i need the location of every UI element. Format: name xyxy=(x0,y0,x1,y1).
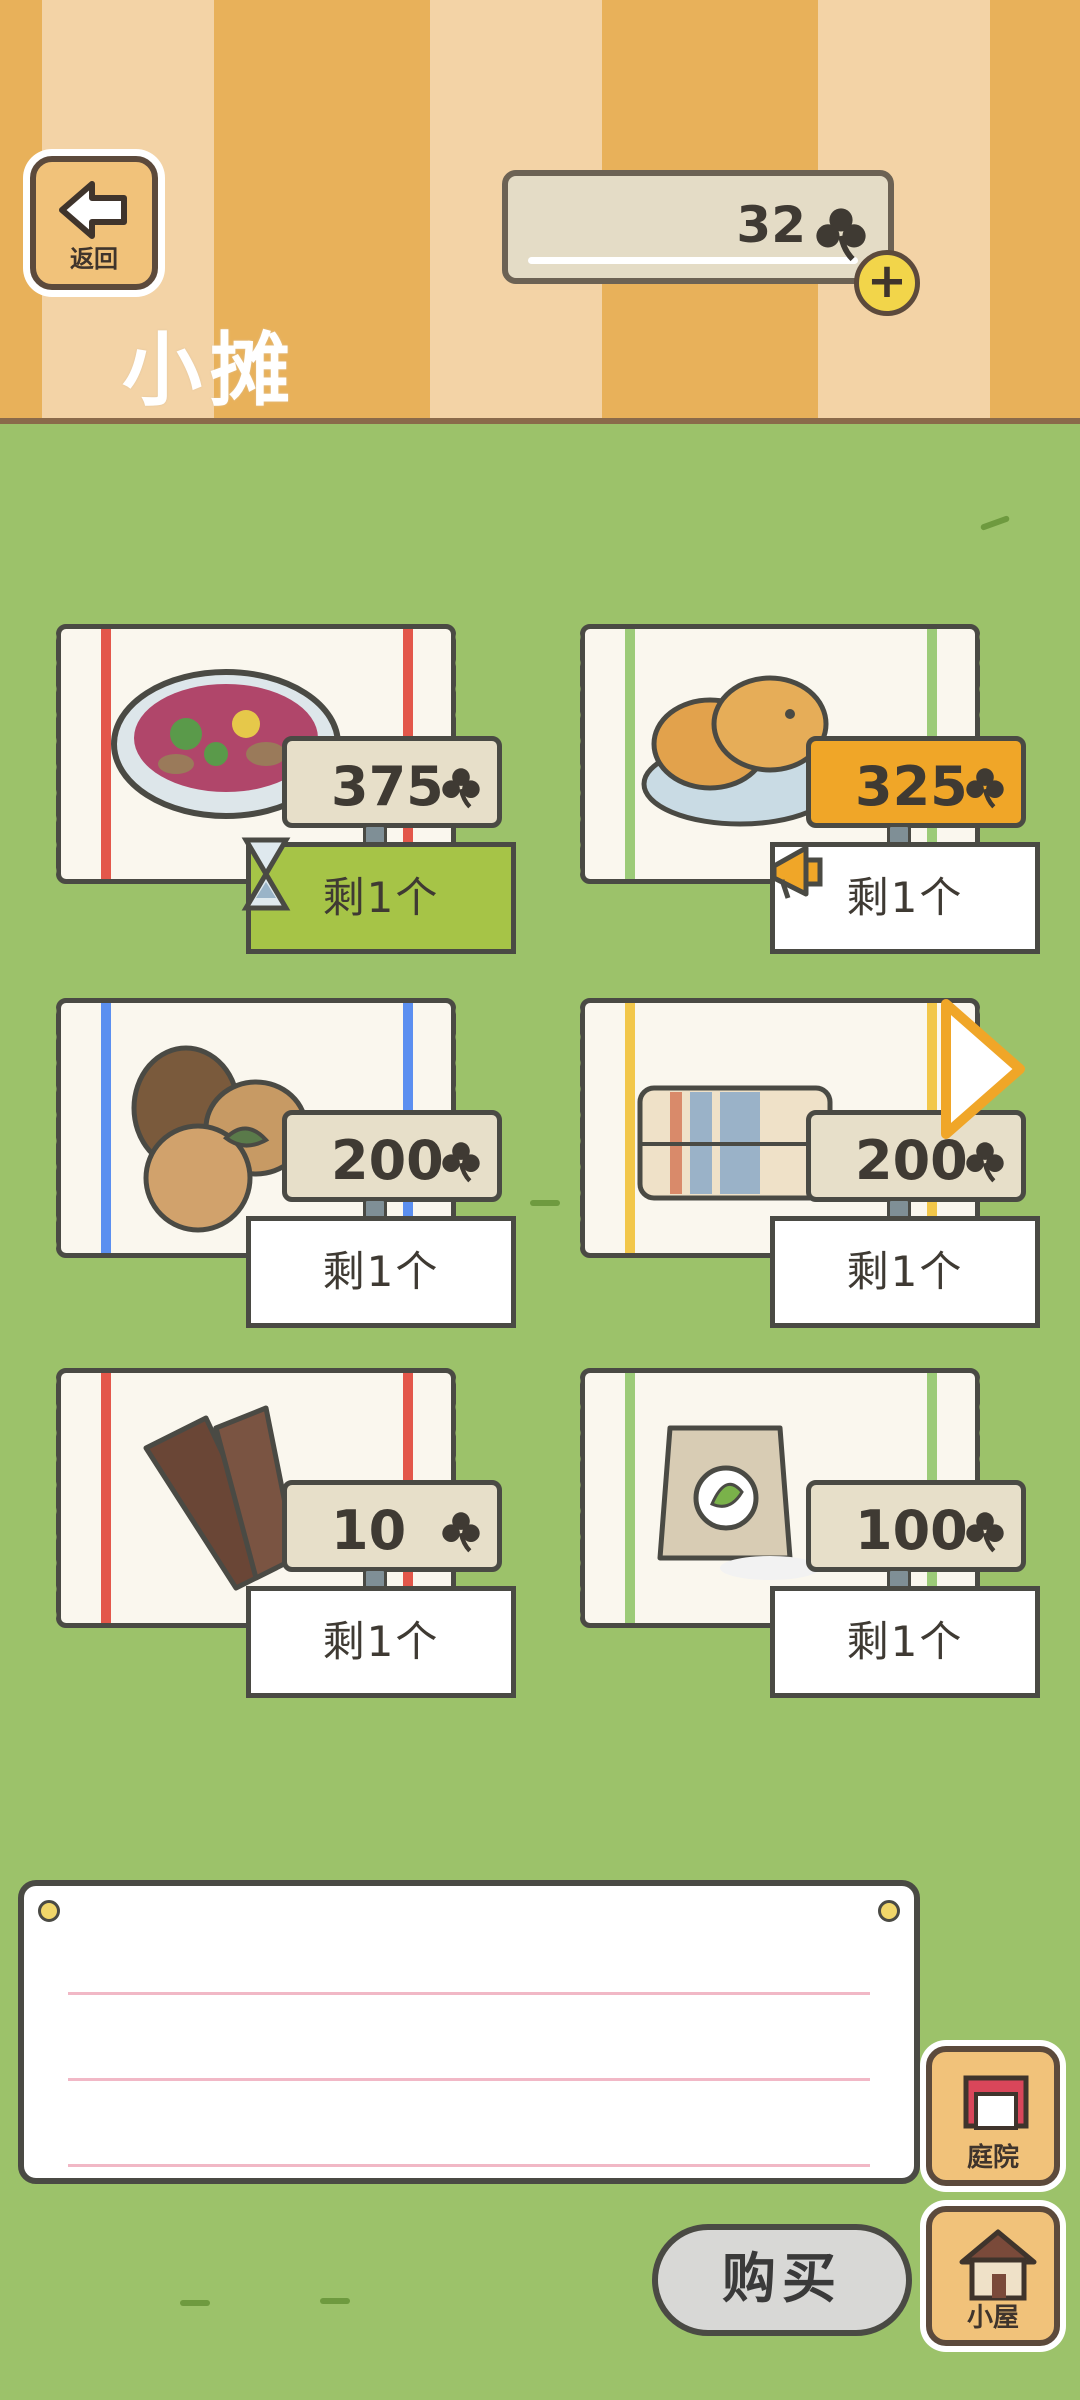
price-value: 325 xyxy=(855,755,968,818)
price-tag: 100 xyxy=(806,1480,1026,1572)
house-icon xyxy=(959,2229,1037,2301)
stock-label: 剩1个 xyxy=(770,1586,1040,1698)
clover-icon xyxy=(442,1142,480,1183)
stock-label: 剩1个 xyxy=(246,1586,516,1698)
back-label: 返回 xyxy=(70,245,118,273)
stock-label: 剩1个 xyxy=(770,1216,1040,1328)
house-label: 小屋 xyxy=(966,2303,1019,2333)
shop-item-pinecone[interactable]: 200 剩1个 xyxy=(46,998,516,1338)
price-tag: 375 xyxy=(282,736,502,828)
shop-item-taiyaki[interactable]: 325 剩1个 xyxy=(570,624,1040,964)
yard-gate-icon xyxy=(963,2075,1029,2130)
add-clover-button[interactable]: + xyxy=(854,250,920,316)
shop-item-seed-bag[interactable]: 100 剩1个 xyxy=(570,1368,1040,1708)
yard-button[interactable]: 庭院 xyxy=(926,2046,1060,2186)
back-arrow-icon xyxy=(59,181,127,239)
price-tag: 325 xyxy=(806,736,1026,828)
page-title: 小摊 xyxy=(122,324,298,417)
back-button[interactable]: 返回 xyxy=(30,156,158,290)
price-value: 375 xyxy=(331,755,444,818)
clover-icon xyxy=(442,1512,480,1553)
house-button[interactable]: 小屋 xyxy=(926,2206,1060,2346)
price-value: 200 xyxy=(331,1129,444,1192)
shop-item-soup[interactable]: 375 剩1个 xyxy=(46,624,516,964)
clover-count: 32 xyxy=(736,196,806,254)
yard-label: 庭院 xyxy=(966,2143,1019,2173)
price-tag: 200 xyxy=(282,1110,502,1202)
clover-icon xyxy=(966,1512,1004,1553)
price-value: 10 xyxy=(331,1499,407,1562)
price-value: 100 xyxy=(855,1499,968,1562)
clover-icon xyxy=(966,1142,1004,1183)
megaphone-icon xyxy=(771,845,823,899)
clover-icon xyxy=(816,208,866,262)
price-tag: 10 xyxy=(282,1480,502,1572)
next-page-arrow-icon[interactable] xyxy=(936,996,1030,1142)
seed-bag-icon xyxy=(657,1425,820,1580)
clover-balance: 32 xyxy=(502,170,894,284)
clover-icon xyxy=(442,768,480,809)
hourglass-icon xyxy=(241,837,291,911)
clover-icon xyxy=(966,768,1004,809)
description-board xyxy=(18,1880,920,2184)
shop-item-wood[interactable]: 10 剩1个 xyxy=(46,1368,516,1708)
stock-label: 剩1个 xyxy=(246,1216,516,1328)
header-banner: 返回 小摊 32 + xyxy=(0,0,1080,424)
buy-button[interactable]: 购买 xyxy=(652,2224,912,2336)
